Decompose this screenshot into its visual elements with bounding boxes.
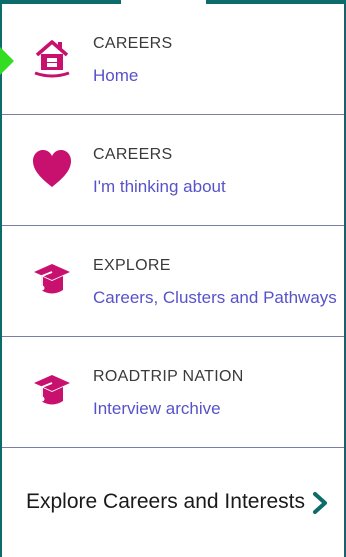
heart-icon: [30, 147, 74, 191]
menu-item-roadtrip-nation[interactable]: ROADTRIP NATION Interview archive: [2, 337, 344, 448]
explore-careers-interests-button[interactable]: Explore Careers and Interests: [2, 452, 344, 557]
menu-item-link[interactable]: Careers, Clusters and Pathways: [93, 288, 337, 308]
menu-item-explore-careers[interactable]: EXPLORE Careers, Clusters and Pathways: [2, 226, 344, 337]
menu-item-careers-home[interactable]: CAREERS Home: [2, 4, 344, 115]
menu-item-category: CAREERS: [93, 35, 173, 52]
menu-item-link[interactable]: I'm thinking about: [93, 177, 226, 197]
menu-item-category: CAREERS: [93, 146, 173, 163]
pointer-arrow-icon: [0, 47, 14, 75]
chevron-right-icon: [310, 491, 330, 515]
graduation-cap-icon: [30, 258, 74, 302]
menu-item-category: ROADTRIP NATION: [93, 368, 244, 385]
footer-label: Explore Careers and Interests: [26, 490, 305, 513]
menu-item-category: EXPLORE: [93, 257, 171, 274]
menu-item-link[interactable]: Interview archive: [93, 399, 221, 419]
house-icon: [30, 36, 74, 80]
graduation-cap-icon: [30, 369, 74, 413]
careers-menu: CAREERS Home CAREERS I'm thinking about …: [2, 4, 344, 448]
menu-item-link[interactable]: Home: [93, 66, 138, 86]
menu-item-careers-thinking[interactable]: CAREERS I'm thinking about: [2, 115, 344, 226]
